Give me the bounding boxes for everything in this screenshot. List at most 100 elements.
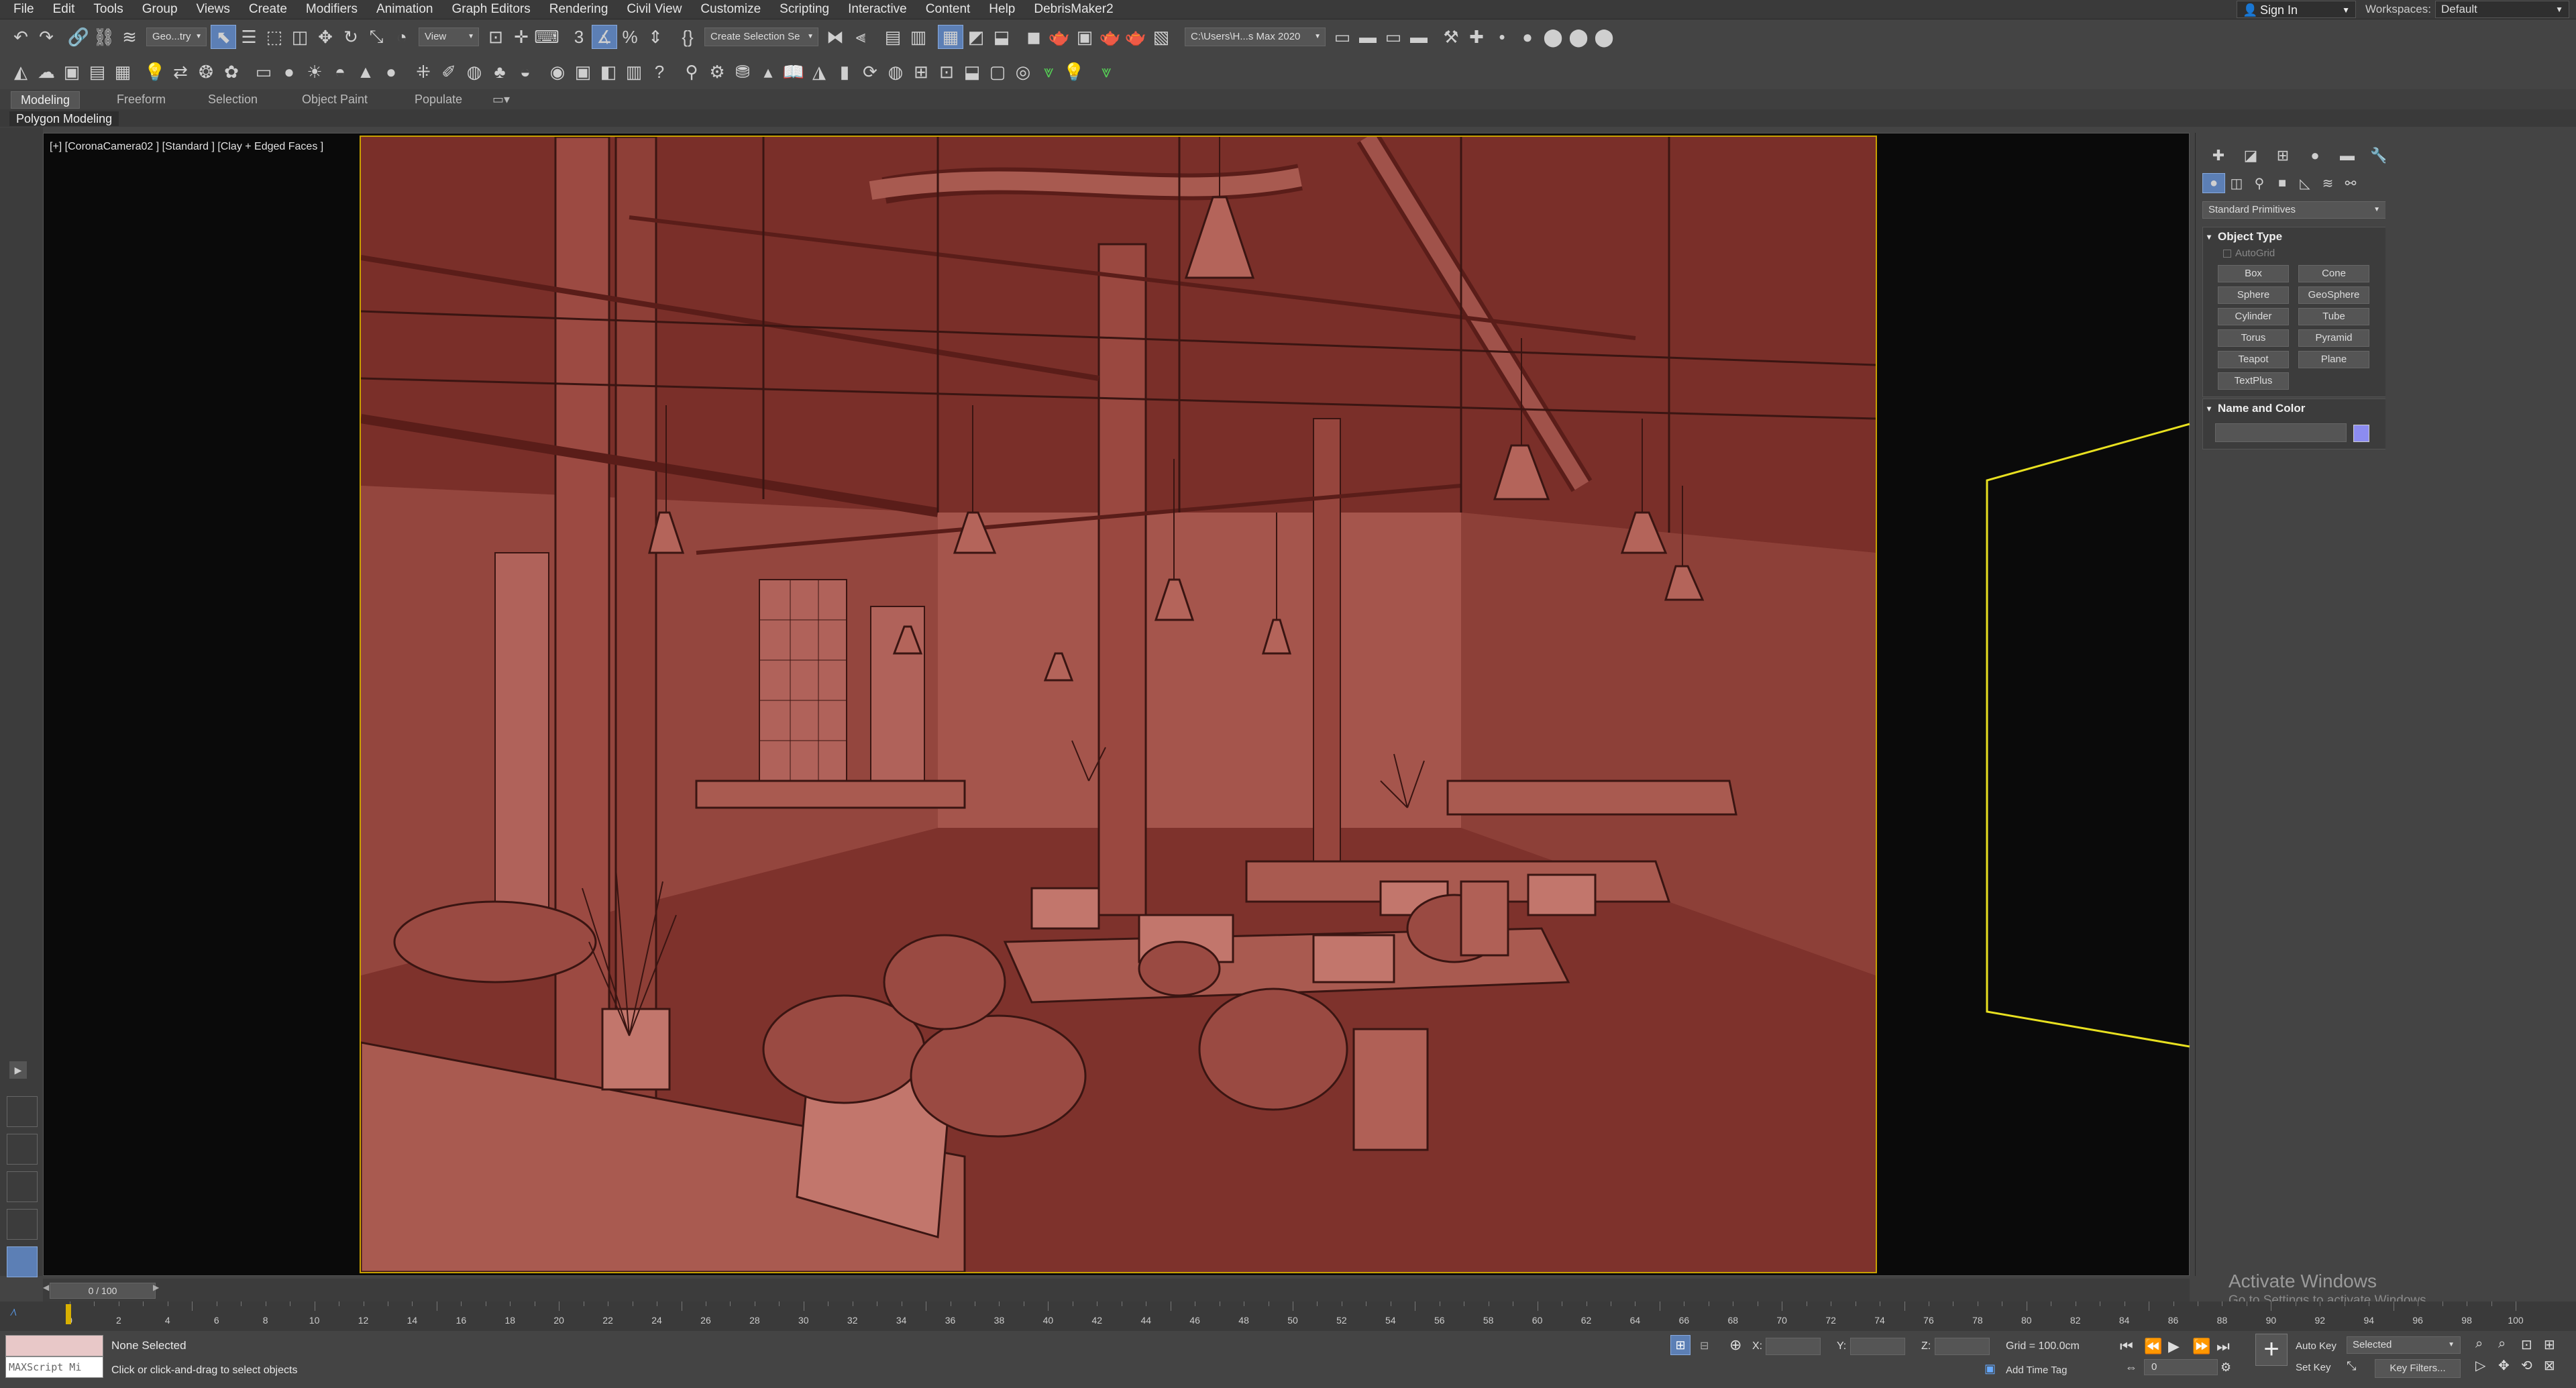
menu-graph-editors[interactable]: Graph Editors bbox=[448, 2, 545, 17]
object-name-field[interactable] bbox=[2215, 423, 2347, 442]
layers-icon[interactable]: ▮ bbox=[832, 60, 857, 84]
field-of-view-icon[interactable]: ▷ bbox=[2475, 1357, 2498, 1374]
goto-end-icon[interactable]: ⏭ bbox=[2216, 1338, 2230, 1355]
help-icon[interactable]: ? bbox=[647, 60, 672, 84]
primitive-plane-button[interactable]: Plane bbox=[2298, 351, 2369, 368]
primitive-cone-button[interactable]: Cone bbox=[2298, 265, 2369, 282]
tab-populate[interactable]: Populate bbox=[405, 91, 472, 107]
circle-tool-a-icon[interactable]: ⬤ bbox=[1540, 25, 1566, 49]
camera-icon[interactable]: ▣ bbox=[570, 60, 596, 84]
crosshair-tool-icon[interactable]: ✚ bbox=[1464, 25, 1489, 49]
converter-icon[interactable]: ⇄ bbox=[168, 60, 193, 84]
expand-layout-icon[interactable]: ▶ bbox=[9, 1061, 27, 1079]
redo-icon[interactable]: ↷ bbox=[34, 25, 59, 49]
ribbon-options-icon[interactable]: ▭▾ bbox=[483, 91, 519, 107]
eye-icon[interactable]: ◎ bbox=[1010, 60, 1036, 84]
bucket-icon[interactable]: ⛃ bbox=[730, 60, 755, 84]
schematic-view-icon[interactable]: ⬓ bbox=[989, 25, 1014, 49]
menu-group[interactable]: Group bbox=[138, 2, 193, 17]
stack-icon[interactable]: ⬓ bbox=[959, 60, 985, 84]
decal-icon[interactable]: ⁜ bbox=[411, 60, 436, 84]
previous-frame-icon[interactable]: ⏪ bbox=[2144, 1338, 2162, 1355]
select-manipulate-icon[interactable]: ✛ bbox=[508, 25, 534, 49]
modify-tab-icon[interactable]: ◪ bbox=[2235, 144, 2267, 168]
tab-modeling[interactable]: Modeling bbox=[11, 91, 80, 109]
orbit-icon[interactable]: ⟲ bbox=[2521, 1357, 2544, 1374]
select-object-icon[interactable]: ⬉ bbox=[211, 25, 236, 49]
render-setup-icon[interactable]: 🫖 bbox=[1046, 25, 1072, 49]
layout-tab-active[interactable] bbox=[7, 1246, 38, 1277]
bulb-icon[interactable]: 💡 bbox=[1061, 60, 1087, 84]
angle-snap-icon[interactable]: ∡ bbox=[592, 25, 617, 49]
select-rotate-icon[interactable]: ↻ bbox=[338, 25, 364, 49]
workspace-dropdown[interactable]: Default ▼ bbox=[2435, 1, 2569, 18]
sky-icon[interactable]: ● bbox=[378, 60, 404, 84]
display-tab-icon[interactable]: ▬ bbox=[2331, 144, 2363, 168]
select-move-icon[interactable]: ✥ bbox=[313, 25, 338, 49]
scene-explorer-icon[interactable]: ▤ bbox=[880, 25, 906, 49]
double-chevron-down-icon[interactable]: ⩔ bbox=[1036, 60, 1061, 84]
menu-interactive[interactable]: Interactive bbox=[844, 2, 922, 17]
group-icon[interactable]: ▬ bbox=[1406, 25, 1432, 49]
menu-create[interactable]: Create bbox=[245, 2, 302, 17]
absolute-mode-icon[interactable]: ⊟ bbox=[1700, 1339, 1709, 1352]
rock-icon[interactable]: ◒ bbox=[513, 60, 538, 84]
menu-tools[interactable]: Tools bbox=[89, 2, 138, 17]
autogrid-checkbox[interactable]: AutoGrid bbox=[2203, 246, 2385, 261]
render-online-icon[interactable]: ▧ bbox=[1148, 25, 1174, 49]
layout-tab-3[interactable] bbox=[7, 1171, 38, 1202]
object-type-title[interactable]: ▾ Object Type bbox=[2203, 227, 2385, 246]
set-key-button[interactable]: Set Key bbox=[2296, 1362, 2331, 1373]
motion-tab-icon[interactable]: ● bbox=[2299, 144, 2331, 168]
cameras-icon[interactable]: ■ bbox=[2271, 173, 2294, 193]
object-color-swatch[interactable] bbox=[2353, 425, 2369, 442]
rendered-frame-window-icon[interactable]: ▣ bbox=[1072, 25, 1097, 49]
primitive-geosphere-button[interactable]: GeoSphere bbox=[2298, 286, 2369, 304]
sphere-tool-icon[interactable]: ● bbox=[1515, 25, 1540, 49]
track-bar-menu-icon[interactable]: ⁄\ bbox=[12, 1307, 16, 1318]
primitive-category-dropdown[interactable]: Standard Primitives ▼ bbox=[2202, 201, 2386, 219]
layout-tab-4[interactable] bbox=[7, 1209, 38, 1240]
undo-icon[interactable]: ↶ bbox=[8, 25, 34, 49]
key-tangent-icon[interactable]: ⤡ bbox=[2347, 1359, 2356, 1373]
menu-scripting[interactable]: Scripting bbox=[775, 2, 844, 17]
circle-tool-b-icon[interactable]: ⬤ bbox=[1566, 25, 1591, 49]
tab-freeform[interactable]: Freeform bbox=[107, 91, 175, 107]
snaps-toggle-icon[interactable]: 3 bbox=[566, 25, 592, 49]
distance-map-icon[interactable]: ✿ bbox=[219, 60, 244, 84]
key-mode-dropdown[interactable]: Selected ▼ bbox=[2347, 1336, 2461, 1354]
y-coordinate-field[interactable] bbox=[1850, 1338, 1905, 1355]
zoom-icon[interactable]: ⌕ bbox=[2475, 1336, 2498, 1353]
window-crossing-icon[interactable]: ◫ bbox=[287, 25, 313, 49]
menu-rendering[interactable]: Rendering bbox=[545, 2, 623, 17]
light-disk-icon[interactable]: ◓ bbox=[327, 60, 353, 84]
track-bar[interactable]: ⁄\ 0246810121416182022242628303234363840… bbox=[0, 1301, 2576, 1331]
sun-icon[interactable]: ☀ bbox=[302, 60, 327, 84]
goto-start-icon[interactable]: ⏮ bbox=[2120, 1338, 2133, 1355]
geometry-icon[interactable]: ● bbox=[2202, 173, 2225, 193]
layer-explorer-icon[interactable]: ▥ bbox=[906, 25, 931, 49]
spinner-snap-icon[interactable]: ⇕ bbox=[643, 25, 668, 49]
menu-civil-view[interactable]: Civil View bbox=[623, 2, 696, 17]
primitive-textplus-button[interactable]: TextPlus bbox=[2218, 372, 2289, 390]
shapes-icon[interactable]: ◫ bbox=[2225, 173, 2248, 193]
viewport-label[interactable]: [+] [CoronaCamera02 ] [Standard ] [Clay … bbox=[50, 141, 323, 153]
time-tag-icon[interactable]: ▣ bbox=[1984, 1362, 1996, 1376]
z-coordinate-field[interactable] bbox=[1935, 1338, 1990, 1355]
tab-object-paint[interactable]: Object Paint bbox=[292, 91, 377, 107]
maxscript-mini-listener[interactable]: MAXScript Mi bbox=[5, 1356, 103, 1378]
menu-animation[interactable]: Animation bbox=[372, 2, 448, 17]
zoom-extents-icon[interactable]: ⊡ bbox=[2521, 1336, 2544, 1353]
menu-edit[interactable]: Edit bbox=[49, 2, 90, 17]
polygon-modeling-label[interactable]: Polygon Modeling bbox=[9, 111, 119, 126]
time-slider-track[interactable] bbox=[43, 1279, 2190, 1301]
selection-filter-dropdown[interactable]: Geo...try ▼ bbox=[146, 28, 207, 46]
project-folder-dropdown[interactable]: C:\Users\H...s Max 2020 ▼ bbox=[1185, 28, 1326, 46]
render-iterative-icon[interactable]: 🫖 bbox=[1123, 25, 1148, 49]
light-plane-icon[interactable]: ▭ bbox=[251, 60, 276, 84]
frame-buffer-icon[interactable]: ▣ bbox=[59, 60, 85, 84]
primitive-cylinder-button[interactable]: Cylinder bbox=[2218, 308, 2289, 325]
primitive-pyramid-button[interactable]: Pyramid bbox=[2298, 329, 2369, 347]
menu-help[interactable]: Help bbox=[985, 2, 1030, 17]
keyboard-shortcut-icon[interactable]: ⌨ bbox=[534, 25, 559, 49]
